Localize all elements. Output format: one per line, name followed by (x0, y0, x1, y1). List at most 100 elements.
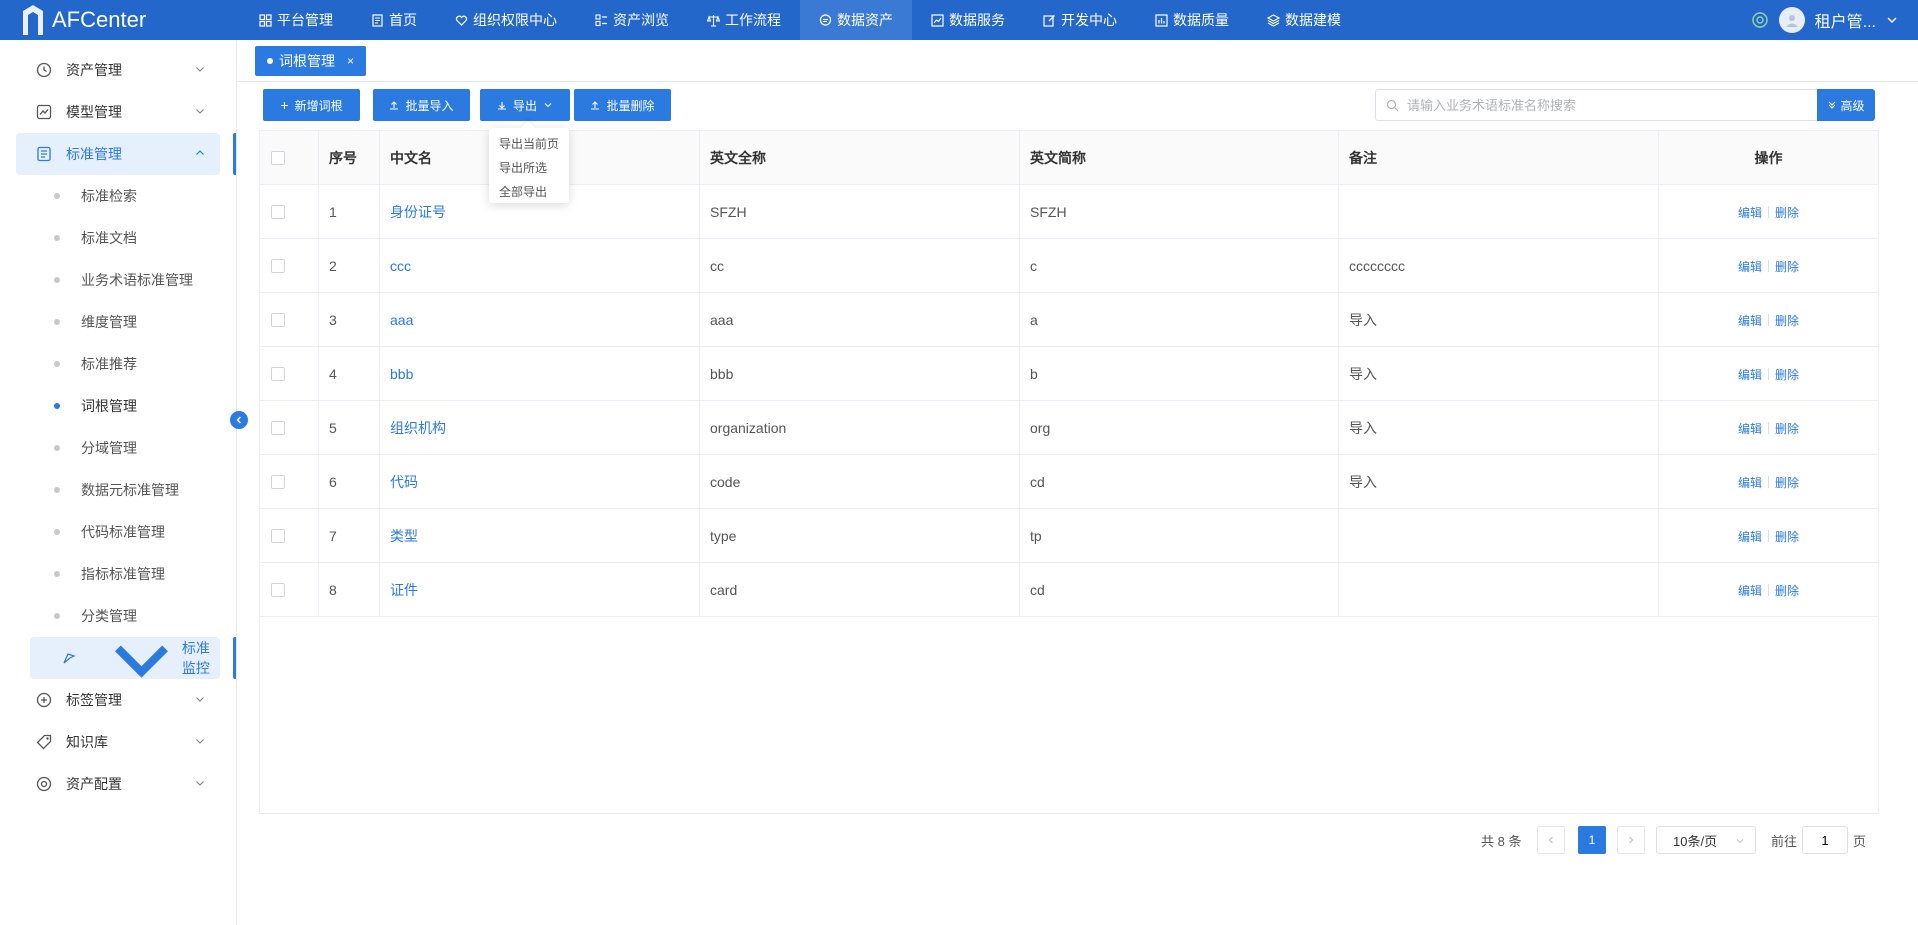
pagination-prev-button[interactable] (1537, 826, 1565, 854)
edit-link[interactable]: 编辑 (1732, 312, 1768, 329)
edit-link[interactable]: 编辑 (1732, 204, 1768, 221)
cell-cn[interactable]: ccc (380, 239, 700, 293)
username[interactable]: 租户管... (1815, 8, 1876, 32)
delete-link[interactable]: 删除 (1769, 258, 1805, 275)
sidebar-group-3[interactable]: 标准管理 (16, 133, 220, 175)
batch-delete-button[interactable]: 批量删除 (574, 89, 671, 121)
nav-item-2[interactable]: 首页 (352, 0, 436, 40)
nav-item-3[interactable]: 组织权限中心 (436, 0, 576, 40)
add-word-root-button[interactable]: + 新增词根 (263, 89, 360, 121)
row-checkbox[interactable] (271, 529, 285, 543)
search-icon (1386, 99, 1399, 111)
cell-en-full: code (700, 455, 1020, 509)
nav-item-label: 工作流程 (725, 12, 781, 28)
cell-en-full: SFZH (700, 185, 1020, 239)
row-checkbox[interactable] (271, 475, 285, 489)
cell-cn[interactable]: aaa (380, 293, 700, 347)
delete-link[interactable]: 删除 (1769, 366, 1805, 383)
delete-link[interactable]: 删除 (1769, 312, 1805, 329)
edit-link[interactable]: 编辑 (1732, 474, 1768, 491)
page-size-select[interactable]: 10条/页 (1656, 826, 1756, 854)
nav-item-9[interactable]: 数据质量 (1136, 0, 1248, 40)
row-actions: 编辑 删除 (1659, 455, 1878, 509)
sidebar-sub-item-2[interactable]: 标准文档 (30, 217, 220, 259)
nav-item-4[interactable]: 资产浏览 (576, 0, 688, 40)
export-menu-item-2[interactable]: 导出所选 (489, 156, 569, 180)
sidebar-sub-item-8[interactable]: 数据元标准管理 (30, 469, 220, 511)
cell-en-full: card (700, 563, 1020, 617)
sidebar-sub-item-7[interactable]: 分域管理 (30, 427, 220, 469)
chevron-left-icon (1548, 836, 1553, 844)
header-no: 序号 (319, 131, 380, 185)
nav-item-5[interactable]: 工作流程 (688, 0, 800, 40)
row-checkbox[interactable] (271, 421, 285, 435)
row-checkbox[interactable] (271, 313, 285, 327)
delete-link[interactable]: 删除 (1769, 474, 1805, 491)
sidebar-sub-item-12[interactable]: 标准监控 (30, 637, 220, 679)
sidebar-sub-item-10[interactable]: 指标标准管理 (30, 553, 220, 595)
sidebar-sub-item-label: 标准监控 (181, 640, 210, 676)
delete-link[interactable]: 删除 (1769, 420, 1805, 437)
chevron-down-icon[interactable] (1886, 14, 1898, 26)
chevron-down-icon (196, 109, 204, 114)
nav-item-6[interactable]: 数据资产 (800, 0, 912, 40)
sidebar-sub-item-4[interactable]: 维度管理 (30, 301, 220, 343)
tab-close-icon[interactable]: × (347, 54, 354, 68)
goto-page-input[interactable] (1803, 827, 1847, 853)
cell-note: 导入 (1339, 347, 1659, 401)
nav-item-10[interactable]: 数据建模 (1248, 0, 1360, 40)
cell-en-short: cd (1020, 563, 1339, 617)
advanced-search-button[interactable]: 高级 (1817, 89, 1875, 121)
select-all-checkbox[interactable] (271, 151, 285, 165)
nav-item-7[interactable]: 数据服务 (912, 0, 1024, 40)
chevron-up-icon (196, 150, 204, 155)
app-logo[interactable]: AFCenter (0, 0, 240, 40)
sidebar-group-2[interactable]: 模型管理 (16, 91, 220, 133)
cell-cn[interactable]: 类型 (380, 509, 700, 563)
tab-word-root[interactable]: 词根管理 × (255, 46, 367, 76)
row-checkbox[interactable] (271, 583, 285, 597)
cell-cn[interactable]: 证件 (380, 563, 700, 617)
search-input[interactable] (1407, 97, 1807, 113)
sidebar-group-bottom-3[interactable]: 资产配置 (16, 763, 220, 805)
sidebar-group-bottom-1[interactable]: 标签管理 (16, 679, 220, 721)
user-avatar[interactable] (1778, 7, 1805, 33)
edit-link[interactable]: 编辑 (1732, 258, 1768, 275)
target-icon (36, 776, 52, 792)
openai-icon[interactable] (1751, 11, 1769, 29)
goto-page-field (1802, 826, 1848, 854)
pagination-page-1[interactable]: 1 (1578, 826, 1606, 854)
nav-item-1[interactable]: 平台管理 (240, 0, 352, 40)
delete-link[interactable]: 删除 (1769, 528, 1805, 545)
edit-link[interactable]: 编辑 (1732, 366, 1768, 383)
sidebar-sub-item-3[interactable]: 业务术语标准管理 (30, 259, 220, 301)
upload-icon (591, 101, 600, 110)
delete-link[interactable]: 删除 (1769, 582, 1805, 599)
edit-link[interactable]: 编辑 (1732, 420, 1768, 437)
sidebar-group-1[interactable]: 资产管理 (16, 49, 220, 91)
sidebar-sub-item-5[interactable]: 标准推荐 (30, 343, 220, 385)
batch-import-button[interactable]: 批量导入 (373, 89, 470, 121)
export-menu-item-3[interactable]: 全部导出 (489, 180, 569, 204)
sidebar-sub-item-9[interactable]: 代码标准管理 (30, 511, 220, 553)
export-menu-item-1[interactable]: 导出当前页 (489, 132, 569, 156)
export-button[interactable]: 导出 (480, 89, 570, 121)
user-icon (1785, 15, 1798, 27)
edit-link[interactable]: 编辑 (1732, 528, 1768, 545)
cell-cn[interactable]: bbb (380, 347, 700, 401)
delete-link[interactable]: 删除 (1769, 204, 1805, 221)
cell-cn[interactable]: 组织机构 (380, 401, 700, 455)
cell-no: 4 (319, 347, 380, 401)
row-checkbox[interactable] (271, 205, 285, 219)
sidebar-sub-item-6[interactable]: 词根管理 (30, 385, 220, 427)
page-size-label: 10条/页 (1673, 833, 1718, 849)
row-checkbox[interactable] (271, 259, 285, 273)
sidebar-collapse-button[interactable] (230, 411, 248, 429)
edit-link[interactable]: 编辑 (1732, 582, 1768, 599)
cell-cn[interactable]: 代码 (380, 455, 700, 509)
sidebar-sub-item-1[interactable]: 标准检索 (30, 175, 220, 217)
pagination-next-button[interactable] (1617, 826, 1645, 854)
sidebar-group-bottom-2[interactable]: 知识库 (16, 721, 220, 763)
nav-item-8[interactable]: 开发中心 (1024, 0, 1136, 40)
row-checkbox[interactable] (271, 367, 285, 381)
